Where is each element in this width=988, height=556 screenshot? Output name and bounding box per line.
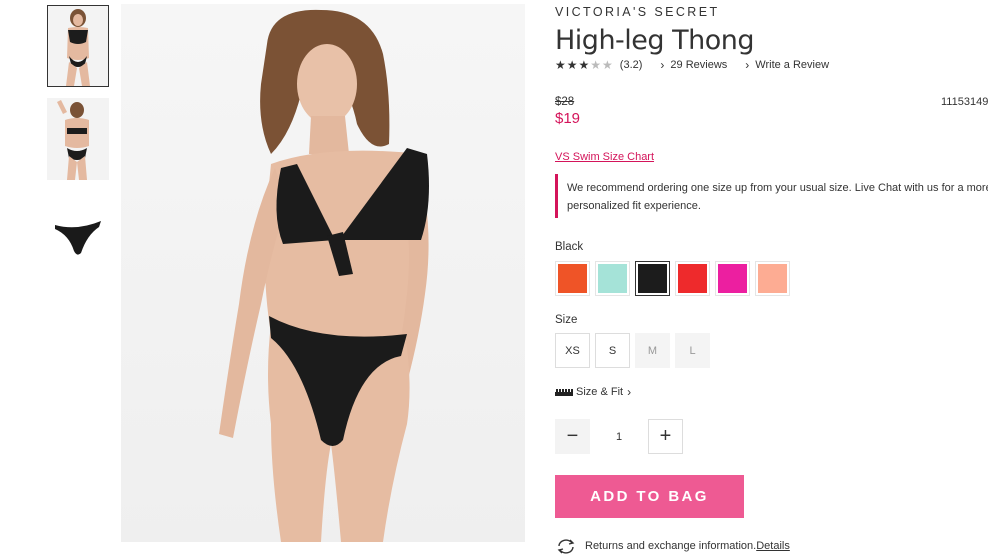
color-swatch-fill — [758, 264, 787, 293]
color-swatch-fill — [678, 264, 707, 293]
color-swatch-fill — [718, 264, 747, 293]
color-swatch-fill — [598, 264, 627, 293]
color-swatches — [555, 261, 795, 296]
rating-value: (3.2) — [619, 59, 643, 71]
main-product-image[interactable] — [121, 4, 525, 542]
product-info-panel: VICTORIA'S SECRET High-leg Thong ★★★★★ (… — [555, 0, 988, 556]
thumbnail-back[interactable] — [47, 98, 109, 180]
returns-text: Returns and exchange information. — [585, 540, 757, 552]
size-option-m[interactable]: M — [635, 333, 670, 368]
color-swatch-fill — [638, 264, 667, 293]
sale-price: $19 — [555, 110, 581, 127]
color-swatch-fill — [558, 264, 587, 293]
write-review-link[interactable]: › Write a Review — [745, 58, 829, 72]
rating-stars: ★★★★★ — [555, 58, 614, 72]
product-sku: 11153149 — [941, 96, 988, 108]
chevron-right-icon: › — [745, 58, 750, 72]
quantity-stepper: − 1 + — [555, 419, 683, 454]
ruler-icon — [555, 388, 573, 396]
size-fit-link[interactable]: Size & Fit › — [555, 385, 637, 399]
reviews-label: 29 Reviews — [670, 59, 728, 71]
color-swatch[interactable] — [715, 261, 750, 296]
color-swatch[interactable] — [555, 261, 590, 296]
color-swatch[interactable] — [595, 261, 630, 296]
returns-info: Returns and exchange information. Detail… — [555, 538, 790, 554]
exchange-icon — [557, 539, 575, 554]
chevron-right-icon: › — [627, 385, 632, 399]
quantity-decrease-button[interactable]: − — [555, 419, 590, 454]
original-price: $28 — [555, 96, 575, 108]
model-illustration — [121, 4, 525, 542]
product-title: High-leg Thong — [555, 25, 755, 56]
plus-icon: + — [659, 425, 672, 447]
returns-details-link[interactable]: Details — [756, 540, 790, 552]
size-fit-label: Size & Fit — [576, 386, 624, 398]
quantity-value[interactable]: 1 — [590, 431, 648, 443]
brand-name: VICTORIA'S SECRET — [555, 5, 720, 19]
star-empty-icon: ★★ — [590, 58, 614, 72]
size-options: XS S M L — [555, 333, 715, 368]
add-to-bag-button[interactable]: ADD TO BAG — [555, 475, 744, 518]
reviews-link[interactable]: › 29 Reviews — [660, 58, 727, 72]
chevron-right-icon: › — [660, 58, 665, 72]
rating-row: ★★★★★ (3.2) › 29 Reviews › Write a Revie… — [555, 58, 829, 72]
thumbnail-product-only[interactable] — [47, 191, 109, 273]
selected-color-label: Black — [555, 241, 584, 253]
size-option-xs[interactable]: XS — [555, 333, 590, 368]
size-option-l[interactable]: L — [675, 333, 710, 368]
size-chart-link[interactable]: VS Swim Size Chart — [555, 151, 654, 163]
size-label: Size — [555, 314, 578, 326]
color-swatch[interactable] — [755, 261, 790, 296]
minus-icon: − — [566, 425, 579, 447]
write-review-label: Write a Review — [755, 59, 830, 71]
fit-note: We recommend ordering one size up from y… — [555, 174, 988, 218]
star-full-icon: ★★★ — [555, 58, 591, 72]
thumbnail-front[interactable] — [47, 5, 109, 87]
size-option-s[interactable]: S — [595, 333, 630, 368]
fit-note-text: We recommend ordering one size up from y… — [567, 182, 988, 212]
color-swatch[interactable] — [635, 261, 670, 296]
color-swatch[interactable] — [675, 261, 710, 296]
quantity-increase-button[interactable]: + — [648, 419, 683, 454]
